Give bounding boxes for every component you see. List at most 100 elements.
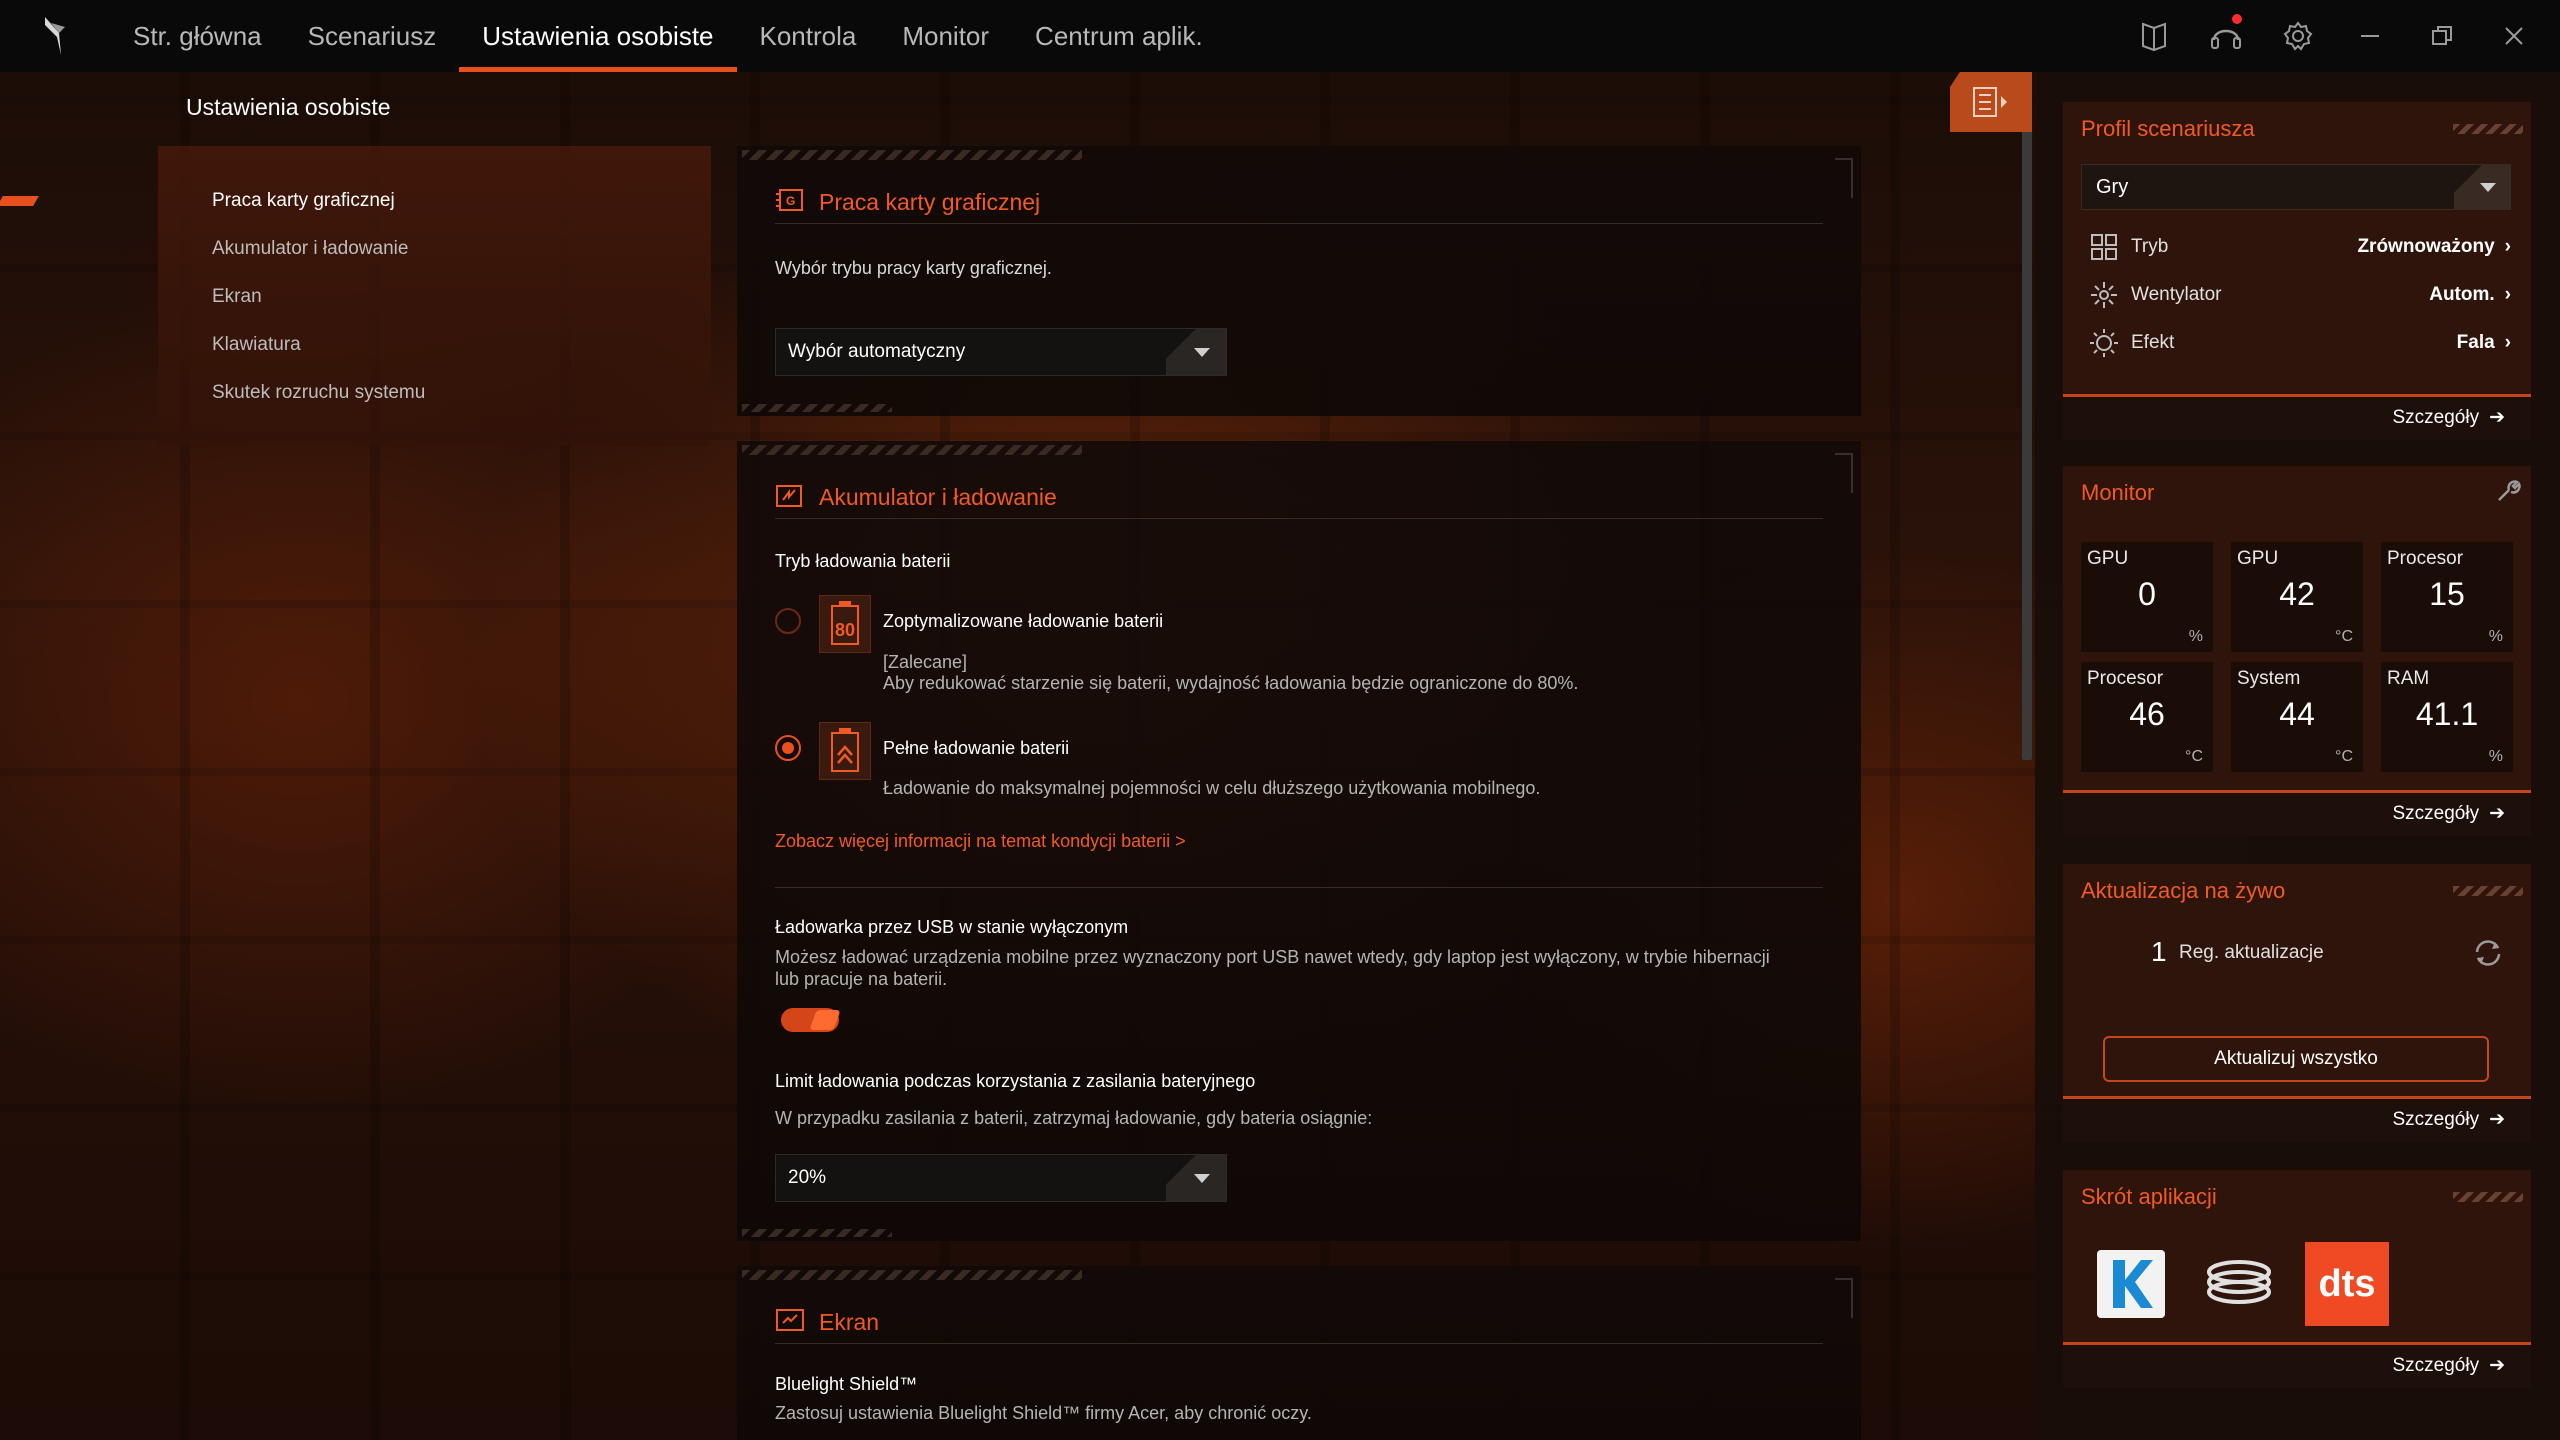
charge-mode-label: Tryb ładowania baterii — [775, 551, 951, 571]
usb-charger-title: Ładowarka przez USB w stanie wyłączonym — [775, 917, 1129, 937]
sidebar-item-boot-effect[interactable]: Skutek rozruchu systemu — [212, 382, 425, 404]
details-text: Szczegóły — [2392, 406, 2480, 428]
live-update-details-link[interactable]: Szczegóły ➔ — [2392, 1108, 2505, 1131]
tile-label: GPU — [2237, 548, 2279, 569]
card-stripe-bottom — [742, 404, 892, 412]
screen-card-title: Ekran — [819, 1309, 880, 1335]
tile-unit: % — [2488, 748, 2503, 765]
battery-card-title: Akumulator i ładowanie — [819, 484, 1057, 510]
chevron-down-icon — [1166, 1155, 1226, 1201]
card-stripe-bottom — [742, 1229, 892, 1237]
sidebar-item-gpu[interactable]: Praca karty graficznej — [212, 190, 395, 212]
arrow-right-icon: ➔ — [2489, 1355, 2505, 1376]
content-scrollbar[interactable] — [2022, 130, 2032, 760]
tab-app-center[interactable]: Centrum aplik. — [1012, 0, 1226, 72]
tile-unit: °C — [2335, 628, 2353, 645]
tab-scenario[interactable]: Scenariusz — [285, 0, 460, 72]
arrow-right-icon: ➔ — [2489, 407, 2505, 428]
tab-control[interactable]: Kontrola — [737, 0, 880, 72]
radio-full-charging[interactable] — [775, 735, 801, 761]
predator-logo-icon — [0, 0, 110, 72]
app-killer-icon[interactable] — [2089, 1242, 2173, 1326]
gpu-card-header: G Praca karty graficznej — [775, 182, 1823, 224]
section-divider — [775, 887, 1823, 888]
tab-monitor[interactable]: Monitor — [879, 0, 1012, 72]
app-shortcut-footer-bar: Szczegóły ➔ — [2063, 1342, 2531, 1388]
restore-icon[interactable] — [2406, 0, 2478, 72]
refresh-icon[interactable] — [2471, 938, 2505, 973]
charge-limit-select[interactable]: 20% — [775, 1154, 1227, 1202]
sidebar-item-screen[interactable]: Ekran — [212, 286, 262, 308]
card-stripe — [2453, 886, 2523, 896]
minimize-icon[interactable] — [2334, 0, 2406, 72]
profile-details-link[interactable]: Szczegóły ➔ — [2392, 406, 2505, 429]
profile-value: Gry — [2096, 175, 2129, 198]
effect-value-text: Fala — [2456, 332, 2495, 353]
close-icon[interactable] — [2478, 0, 2550, 72]
card-corner — [1835, 453, 1853, 493]
grid-icon — [2091, 234, 2117, 260]
tile-label: RAM — [2387, 668, 2430, 689]
gpu-description: Wybór trybu pracy karty graficznej. — [775, 258, 1052, 278]
profile-card: Profil scenariusza Gry Tryb Zrównoważony… — [2063, 102, 2531, 394]
tile-label: System — [2237, 668, 2301, 689]
wrench-icon[interactable] — [2495, 478, 2521, 509]
card-corner — [1835, 158, 1853, 198]
panel-toggle-icon — [1973, 87, 2007, 117]
profile-footer-bar: Szczegóły ➔ — [2063, 394, 2531, 440]
live-update-title: Aktualizacja na żywo — [2081, 878, 2286, 903]
svg-text:G: G — [786, 194, 795, 208]
monitor-card: Monitor GPU 0 % GPU 42 °C Procesor 15 % … — [2063, 466, 2531, 790]
radio-optimized-charging[interactable] — [775, 608, 801, 634]
monitor-tile-ram: RAM 41.1 % — [2381, 662, 2513, 772]
chevron-right-icon: › — [2504, 332, 2511, 353]
panel-collapse-button[interactable] — [1950, 72, 2032, 132]
monitor-details-link[interactable]: Szczegóły ➔ — [2392, 802, 2505, 825]
effect-value: Fala › — [2457, 332, 2511, 354]
tile-value: 41.1 — [2415, 696, 2479, 732]
charge-limit-title: Limit ładowania podczas korzystania z za… — [775, 1071, 1256, 1091]
tile-value: 15 — [2429, 576, 2465, 612]
profile-row-mode[interactable]: Tryb Zrównoważony › — [2089, 230, 2511, 264]
profile-footer: Szczegóły ➔ — [2063, 394, 2531, 440]
chevron-right-icon: › — [2504, 284, 2511, 305]
app-dts-icon[interactable]: dts — [2305, 1242, 2389, 1326]
update-all-button[interactable]: Aktualizuj wszystko — [2103, 1036, 2489, 1082]
monitor-footer: Szczegóły ➔ — [2063, 790, 2531, 836]
tile-label: Procesor — [2387, 548, 2464, 569]
gpu-mode-select[interactable]: Wybór automatyczny — [775, 328, 1227, 376]
monitor-tile-gpu-temp: GPU 42 °C — [2231, 542, 2363, 652]
profile-title: Profil scenariusza — [2081, 116, 2255, 141]
card-stripe — [742, 445, 1082, 455]
gear-icon[interactable] — [2262, 0, 2334, 72]
app-coil-icon[interactable] — [2197, 1242, 2281, 1326]
window-controls — [2118, 0, 2560, 72]
monitor-title: Monitor — [2081, 480, 2155, 505]
battery-card: Akumulator i ładowanie Tryb ładowania ba… — [737, 441, 1861, 1241]
sidebar-item-battery[interactable]: Akumulator i ładowanie — [212, 238, 408, 260]
headset-icon[interactable] — [2190, 0, 2262, 72]
gpu-mode-value: Wybór automatyczny — [788, 341, 966, 362]
arrow-right-icon: ➔ — [2489, 803, 2505, 824]
profile-select[interactable]: Gry — [2081, 164, 2511, 210]
tile-unit: % — [2188, 628, 2203, 645]
tab-home[interactable]: Str. główna — [110, 0, 285, 72]
battery-80-icon: 80 — [819, 595, 871, 653]
fan-icon — [2091, 282, 2117, 308]
full-charging-desc: Ładowanie do maksymalnej pojemności w ce… — [883, 778, 1541, 798]
profile-row-effect[interactable]: Efekt Fala › — [2089, 326, 2511, 360]
live-update-footer: Szczegóły ➔ — [2063, 1096, 2531, 1142]
usb-charger-desc: Możesz ładować urządzenia mobilne przez … — [775, 947, 1770, 989]
app-shortcut-details-link[interactable]: Szczegóły ➔ — [2392, 1354, 2505, 1377]
sun-icon — [2090, 329, 2118, 357]
gpu-card-title: Praca karty graficznej — [819, 189, 1041, 215]
sidebar-item-keyboard[interactable]: Klawiatura — [212, 334, 301, 356]
book-icon[interactable] — [2118, 0, 2190, 72]
tab-personal-settings[interactable]: Ustawienia osobiste — [459, 0, 737, 72]
update-label: Reg. aktualizacje — [2179, 942, 2324, 963]
usb-charger-toggle[interactable] — [781, 1008, 841, 1032]
profile-row-fan[interactable]: Wentylator Autom. › — [2089, 278, 2511, 312]
card-stripe — [742, 1270, 1082, 1280]
battery-health-link[interactable]: Zobacz więcej informacji na temat kondyc… — [775, 831, 1186, 852]
battery-charge-icon — [775, 482, 805, 513]
